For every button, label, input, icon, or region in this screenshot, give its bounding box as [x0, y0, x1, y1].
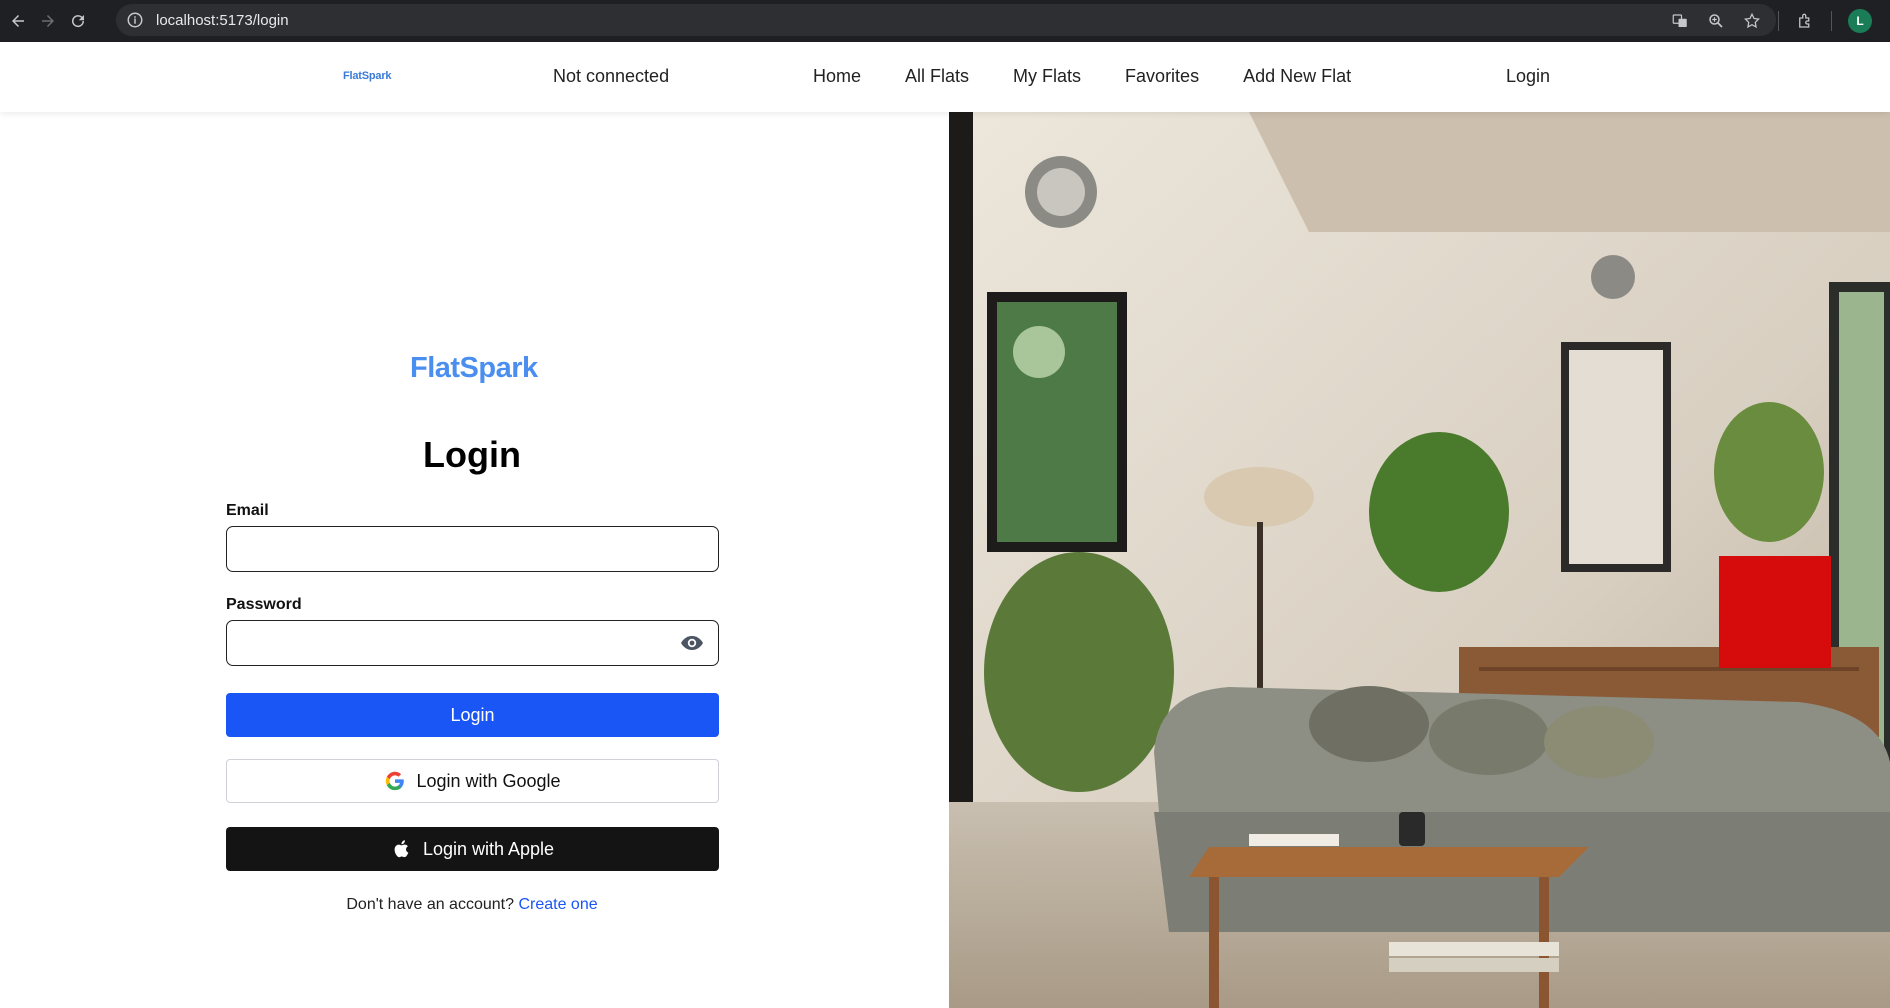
plant-right	[1714, 402, 1824, 542]
connection-status: Not connected	[553, 66, 670, 86]
plant-middle	[1369, 432, 1509, 592]
site-info-icon[interactable]	[126, 11, 144, 29]
password-label: Password	[226, 596, 302, 613]
signup-prompt: Don't have an account? Create one	[225, 896, 719, 914]
address-bar[interactable]: localhost:5173/login	[116, 4, 1776, 36]
apple-icon	[391, 838, 413, 860]
email-field[interactable]	[226, 526, 719, 572]
coffee-table-top	[1189, 847, 1589, 877]
login-button[interactable]: Login	[226, 693, 719, 737]
table-book	[1249, 834, 1339, 846]
cushion-2	[1429, 699, 1549, 775]
forward-icon[interactable]	[36, 9, 60, 33]
header-logo[interactable]: FlatSpark	[343, 70, 392, 82]
browser-toolbar: localhost:5173/login L	[0, 0, 1890, 42]
nav-all-flats[interactable]: All Flats	[905, 66, 969, 87]
cushion-3	[1544, 706, 1654, 778]
nav-add-new-flat[interactable]: Add New Flat	[1243, 66, 1351, 87]
toolbar-divider	[1778, 11, 1779, 31]
nav-favorites[interactable]: Favorites	[1125, 66, 1199, 87]
apple-login-button[interactable]: Login with Apple	[226, 827, 719, 871]
book-stack	[1389, 942, 1559, 956]
living-room-illustration	[949, 112, 1890, 1008]
zoom-icon[interactable]	[1706, 11, 1726, 31]
table-cup	[1399, 812, 1425, 846]
nav-my-flats[interactable]: My Flats	[1013, 66, 1081, 87]
bookmark-star-icon[interactable]	[1742, 11, 1762, 31]
picture-left-highlight	[1013, 326, 1065, 378]
google-login-button[interactable]: Login with Google	[226, 759, 719, 803]
wall-lamp-right	[1591, 255, 1635, 299]
cushion-1	[1309, 686, 1429, 762]
translate-icon[interactable]	[1670, 11, 1690, 31]
back-icon[interactable]	[6, 9, 30, 33]
nav-home[interactable]: Home	[813, 66, 861, 87]
nav-login[interactable]: Login	[1506, 66, 1550, 87]
page-title: Login	[423, 434, 521, 475]
profile-avatar[interactable]: L	[1848, 9, 1872, 33]
email-label: Email	[226, 502, 269, 519]
signup-prompt-text: Don't have an account?	[346, 896, 514, 913]
app-header: FlatSpark Not connected Home All Flats M…	[0, 42, 1890, 112]
create-account-link[interactable]: Create one	[518, 896, 597, 913]
coffee-table-leg-left	[1209, 877, 1219, 1008]
google-login-label: Login with Google	[416, 770, 561, 791]
login-button-label: Login	[450, 704, 495, 725]
extensions-icon[interactable]	[1795, 11, 1815, 31]
google-icon	[384, 770, 406, 792]
floor-lamp-shade	[1204, 467, 1314, 527]
main-nav: Home All Flats My Flats Favorites Add Ne…	[813, 66, 1351, 87]
wall-lamp-left-glass	[1037, 168, 1085, 216]
show-password-icon[interactable]	[680, 633, 704, 653]
reload-icon[interactable]	[66, 9, 90, 33]
mirror-glass	[1569, 350, 1663, 564]
red-artwork	[1719, 556, 1831, 668]
login-panel: FlatSpark Login Email Password Login Log…	[0, 112, 949, 1008]
living-room-photo	[949, 112, 1890, 1008]
toolbar-divider	[1831, 11, 1832, 31]
ceiling-beam	[1249, 112, 1890, 232]
brand-logo: FlatSpark	[410, 352, 538, 384]
url-text: localhost:5173/login	[156, 11, 289, 29]
plant-left	[984, 552, 1174, 792]
apple-login-label: Login with Apple	[422, 838, 555, 859]
book-stack-2	[1389, 958, 1559, 972]
password-field[interactable]	[226, 620, 719, 666]
